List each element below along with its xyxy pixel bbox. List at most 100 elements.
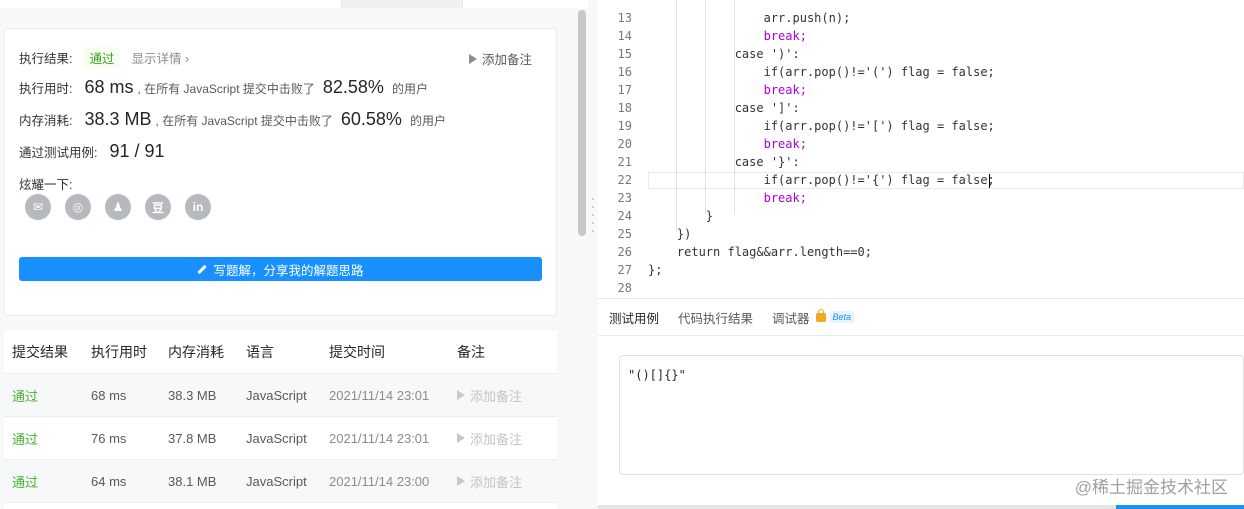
col-header-note: 备注 [457, 343, 485, 360]
left-scrollbar[interactable] [578, 10, 586, 236]
row-add-note-label: 添加备注 [470, 431, 523, 447]
row-memory: 37.8 MB [168, 430, 217, 446]
memory-suffix: 的用户 [409, 114, 446, 128]
line-number: 19 [617, 119, 632, 133]
console-tabs: 测试用例 代码执行结果 调试器 Beta [598, 299, 1244, 336]
code-line: arr.push(n); [648, 11, 851, 25]
line-number: 27 [617, 263, 632, 277]
tab-debugger[interactable]: 调试器 Beta [772, 308, 855, 327]
testcase-input[interactable]: "()[]{}" [619, 355, 1244, 475]
row-add-note-label: 添加备注 [470, 474, 523, 490]
testcase-value: "()[]{}" [628, 368, 686, 382]
code-line: } [648, 209, 714, 223]
runtime-suffix: 的用户 [391, 82, 428, 96]
runtime-row: 执行用时: 68 ms , 在所有 JavaScript 提交中击败了 82.5… [19, 77, 428, 98]
code-line: if(arr.pop()!='{') flag = false; [648, 173, 995, 187]
row-add-note[interactable]: 添加备注 [457, 386, 522, 405]
top-tab[interactable] [0, 0, 342, 8]
row-time: 2021/11/14 23:01 [329, 387, 430, 403]
douban-icon[interactable]: 豆 [145, 194, 171, 220]
top-tab[interactable] [462, 0, 588, 8]
row-time: 2021/11/14 23:00 [329, 473, 430, 489]
runtime-percent: 82.58% [322, 77, 384, 97]
table-row[interactable]: 通过 68 ms 38.3 MB JavaScript 2021/11/14 2… [4, 374, 557, 417]
grip-dot [592, 214, 594, 216]
text-cursor [989, 174, 990, 188]
status-row: 执行结果: 通过 显示详情 › [19, 47, 189, 68]
memory-value: 38.3 MB [84, 109, 152, 129]
line-number: 22 [617, 173, 632, 187]
row-status-link[interactable]: 通过 [12, 386, 38, 405]
row-language: JavaScript [246, 387, 307, 403]
write-solution-button[interactable]: 写题解，分享我的解题思路 [19, 257, 542, 281]
runtime-value: 68 ms [84, 77, 134, 97]
weibo-icon[interactable]: ◎ [65, 194, 91, 220]
row-status-link[interactable]: 通过 [12, 429, 38, 448]
submit-button[interactable] [1116, 505, 1244, 509]
code-line: break; [648, 137, 807, 151]
code-line: break; [648, 83, 807, 97]
code-line: }; [648, 263, 663, 277]
status-label: 执行结果: [19, 52, 73, 66]
tests-row: 通过测试用例: 91 / 91 [19, 141, 169, 162]
code-line: return flag&&arr.length==0; [648, 245, 872, 259]
memory-percent: 60.58% [340, 109, 402, 129]
line-number: 20 [617, 137, 632, 151]
row-time: 2021/11/14 23:01 [329, 430, 430, 446]
share-row-label: 炫耀一下: [19, 174, 72, 193]
lock-icon [815, 308, 826, 322]
row-add-note[interactable]: 添加备注 [457, 472, 522, 491]
line-number: 18 [617, 101, 632, 115]
row-memory: 38.3 MB [168, 387, 217, 403]
tab-testcase[interactable]: 测试用例 [609, 308, 659, 327]
code-line: case '}': [648, 155, 800, 169]
tab-debugger-label: 调试器 [772, 311, 810, 326]
line-number: 16 [617, 65, 632, 79]
tab-run-result[interactable]: 代码执行结果 [678, 308, 753, 327]
row-add-note[interactable]: 添加备注 [457, 429, 522, 448]
line-number: 23 [617, 191, 632, 205]
wechat-icon[interactable]: ✉ [25, 194, 51, 220]
code-line: case ']': [648, 101, 800, 115]
flag-icon [457, 476, 465, 486]
table-header: 提交结果 执行用时 内存消耗 语言 提交时间 备注 [4, 330, 557, 374]
row-add-note-label: 添加备注 [470, 388, 523, 404]
row-status-link[interactable]: 通过 [12, 472, 38, 491]
col-header-language: 语言 [246, 343, 274, 360]
show-details-link[interactable]: 显示详情 › [132, 48, 190, 67]
line-number: 25 [617, 227, 632, 241]
row-runtime: 76 ms [91, 430, 127, 446]
runtime-text: , 在所有 JavaScript 提交中击败了 [137, 82, 315, 96]
share-label: 炫耀一下: [19, 178, 73, 192]
share-buttons: ✉ ◎ ♟ 豆 in [25, 194, 211, 220]
console-panel: 测试用例 代码执行结果 调试器 Beta "()[]{}" @稀土掘金技术社区 [598, 298, 1244, 509]
table-row[interactable]: 通过 76 ms 37.8 MB JavaScript 2021/11/14 2… [4, 417, 557, 460]
add-note-button[interactable]: 添加备注 [468, 49, 532, 68]
panel-splitter[interactable] [588, 0, 598, 509]
row-language: JavaScript [246, 473, 307, 489]
row-memory: 38.1 MB [168, 473, 217, 489]
submission-result-card: 执行结果: 通过 显示详情 › 添加备注 执行用时: 68 ms , 在所有 J… [4, 28, 557, 316]
grip-dot [592, 206, 594, 208]
table-row[interactable]: 通过 64 ms 38.1 MB JavaScript 2021/11/14 2… [4, 460, 557, 503]
row-runtime: 64 ms [91, 473, 127, 489]
watermark: @稀土掘金技术社区 [1074, 478, 1228, 497]
code-line: if(arr.pop()!='[') flag = false; [648, 119, 995, 133]
runtime-label: 执行用时: [19, 82, 73, 96]
linkedin-icon[interactable]: in [185, 194, 211, 220]
line-number: 28 [617, 281, 632, 295]
code-line: case ')': [648, 47, 800, 61]
code-line: if(arr.pop()!='(') flag = false; [648, 65, 995, 79]
line-number: 26 [617, 245, 632, 259]
memory-text: , 在所有 JavaScript 提交中击败了 [155, 114, 333, 128]
code-editor[interactable]: 13 14 15 16 17 18 19 20 21 22 23 24 25 2… [598, 0, 1244, 298]
code-line: break; [648, 191, 807, 205]
line-number: 17 [617, 83, 632, 97]
submissions-table: 提交结果 执行用时 内存消耗 语言 提交时间 备注 通过 68 ms 38.3 … [4, 330, 557, 509]
code-line: break; [648, 29, 807, 43]
memory-label: 内存消耗: [19, 114, 73, 128]
qq-icon[interactable]: ♟ [105, 194, 131, 220]
app-root: 执行结果: 通过 显示详情 › 添加备注 执行用时: 68 ms , 在所有 J… [0, 0, 1244, 509]
grip-dot [592, 198, 594, 200]
line-number: 13 [617, 11, 632, 25]
